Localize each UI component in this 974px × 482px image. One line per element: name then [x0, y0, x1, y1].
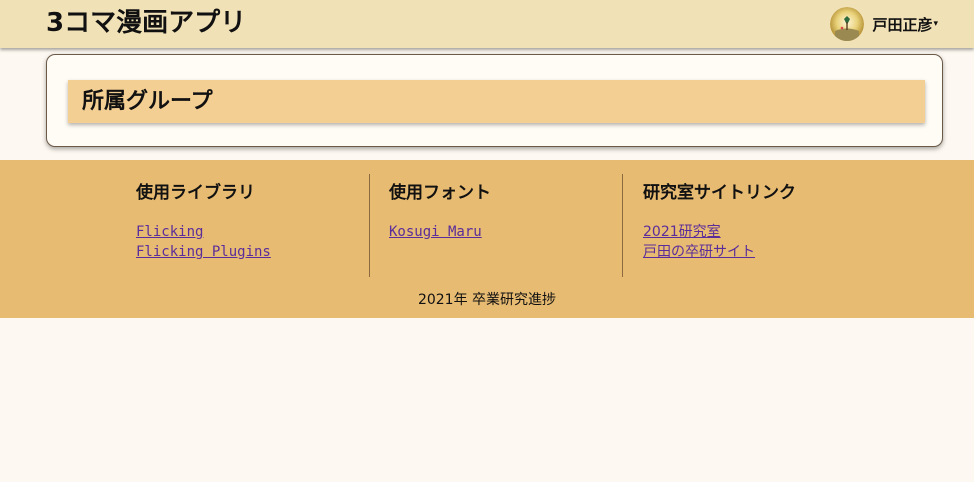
- footer-link-lab-2021[interactable]: 2021研究室: [643, 222, 877, 242]
- user-menu[interactable]: 戸田正彦 ▾: [830, 7, 938, 41]
- footer-link-list: Kosugi Maru: [389, 222, 622, 242]
- footer-link-flicking-plugins[interactable]: Flicking Plugins: [136, 242, 369, 262]
- user-avatar-icon[interactable]: [830, 7, 865, 41]
- footer-column-libraries: 使用ライブラリ Flicking Flicking Plugins: [136, 174, 370, 277]
- footer-column-lab-links: 研究室サイトリンク 2021研究室 戸田の卒研サイト: [643, 174, 877, 277]
- app-title[interactable]: 3コマ漫画アプリ: [46, 6, 246, 40]
- footer-heading: 使用ライブラリ: [136, 183, 255, 203]
- page-footer: 使用ライブラリ Flicking Flicking Plugins 使用フォント…: [0, 160, 974, 318]
- user-name[interactable]: 戸田正彦: [872, 14, 932, 35]
- group-heading: 所属グループ: [68, 80, 925, 123]
- footer-heading: 使用フォント: [389, 183, 491, 203]
- footer-link-flicking[interactable]: Flicking: [136, 222, 369, 242]
- app-header: 3コマ漫画アプリ 戸田正彦 ▾: [0, 0, 974, 48]
- footer-link-toda-site[interactable]: 戸田の卒研サイト: [643, 242, 877, 262]
- footer-copyright: 2021年 卒業研究進捗: [417, 292, 557, 308]
- footer-heading: 研究室サイトリンク: [643, 183, 796, 203]
- footer-link-list: 2021研究室 戸田の卒研サイト: [643, 222, 877, 262]
- footer-link-kosugi-maru[interactable]: Kosugi Maru: [389, 222, 622, 242]
- chevron-down-icon[interactable]: ▾: [933, 19, 938, 29]
- footer-link-list: Flicking Flicking Plugins: [136, 222, 369, 262]
- group-card: 所属グループ: [46, 54, 943, 147]
- footer-column-fonts: 使用フォント Kosugi Maru: [389, 174, 623, 277]
